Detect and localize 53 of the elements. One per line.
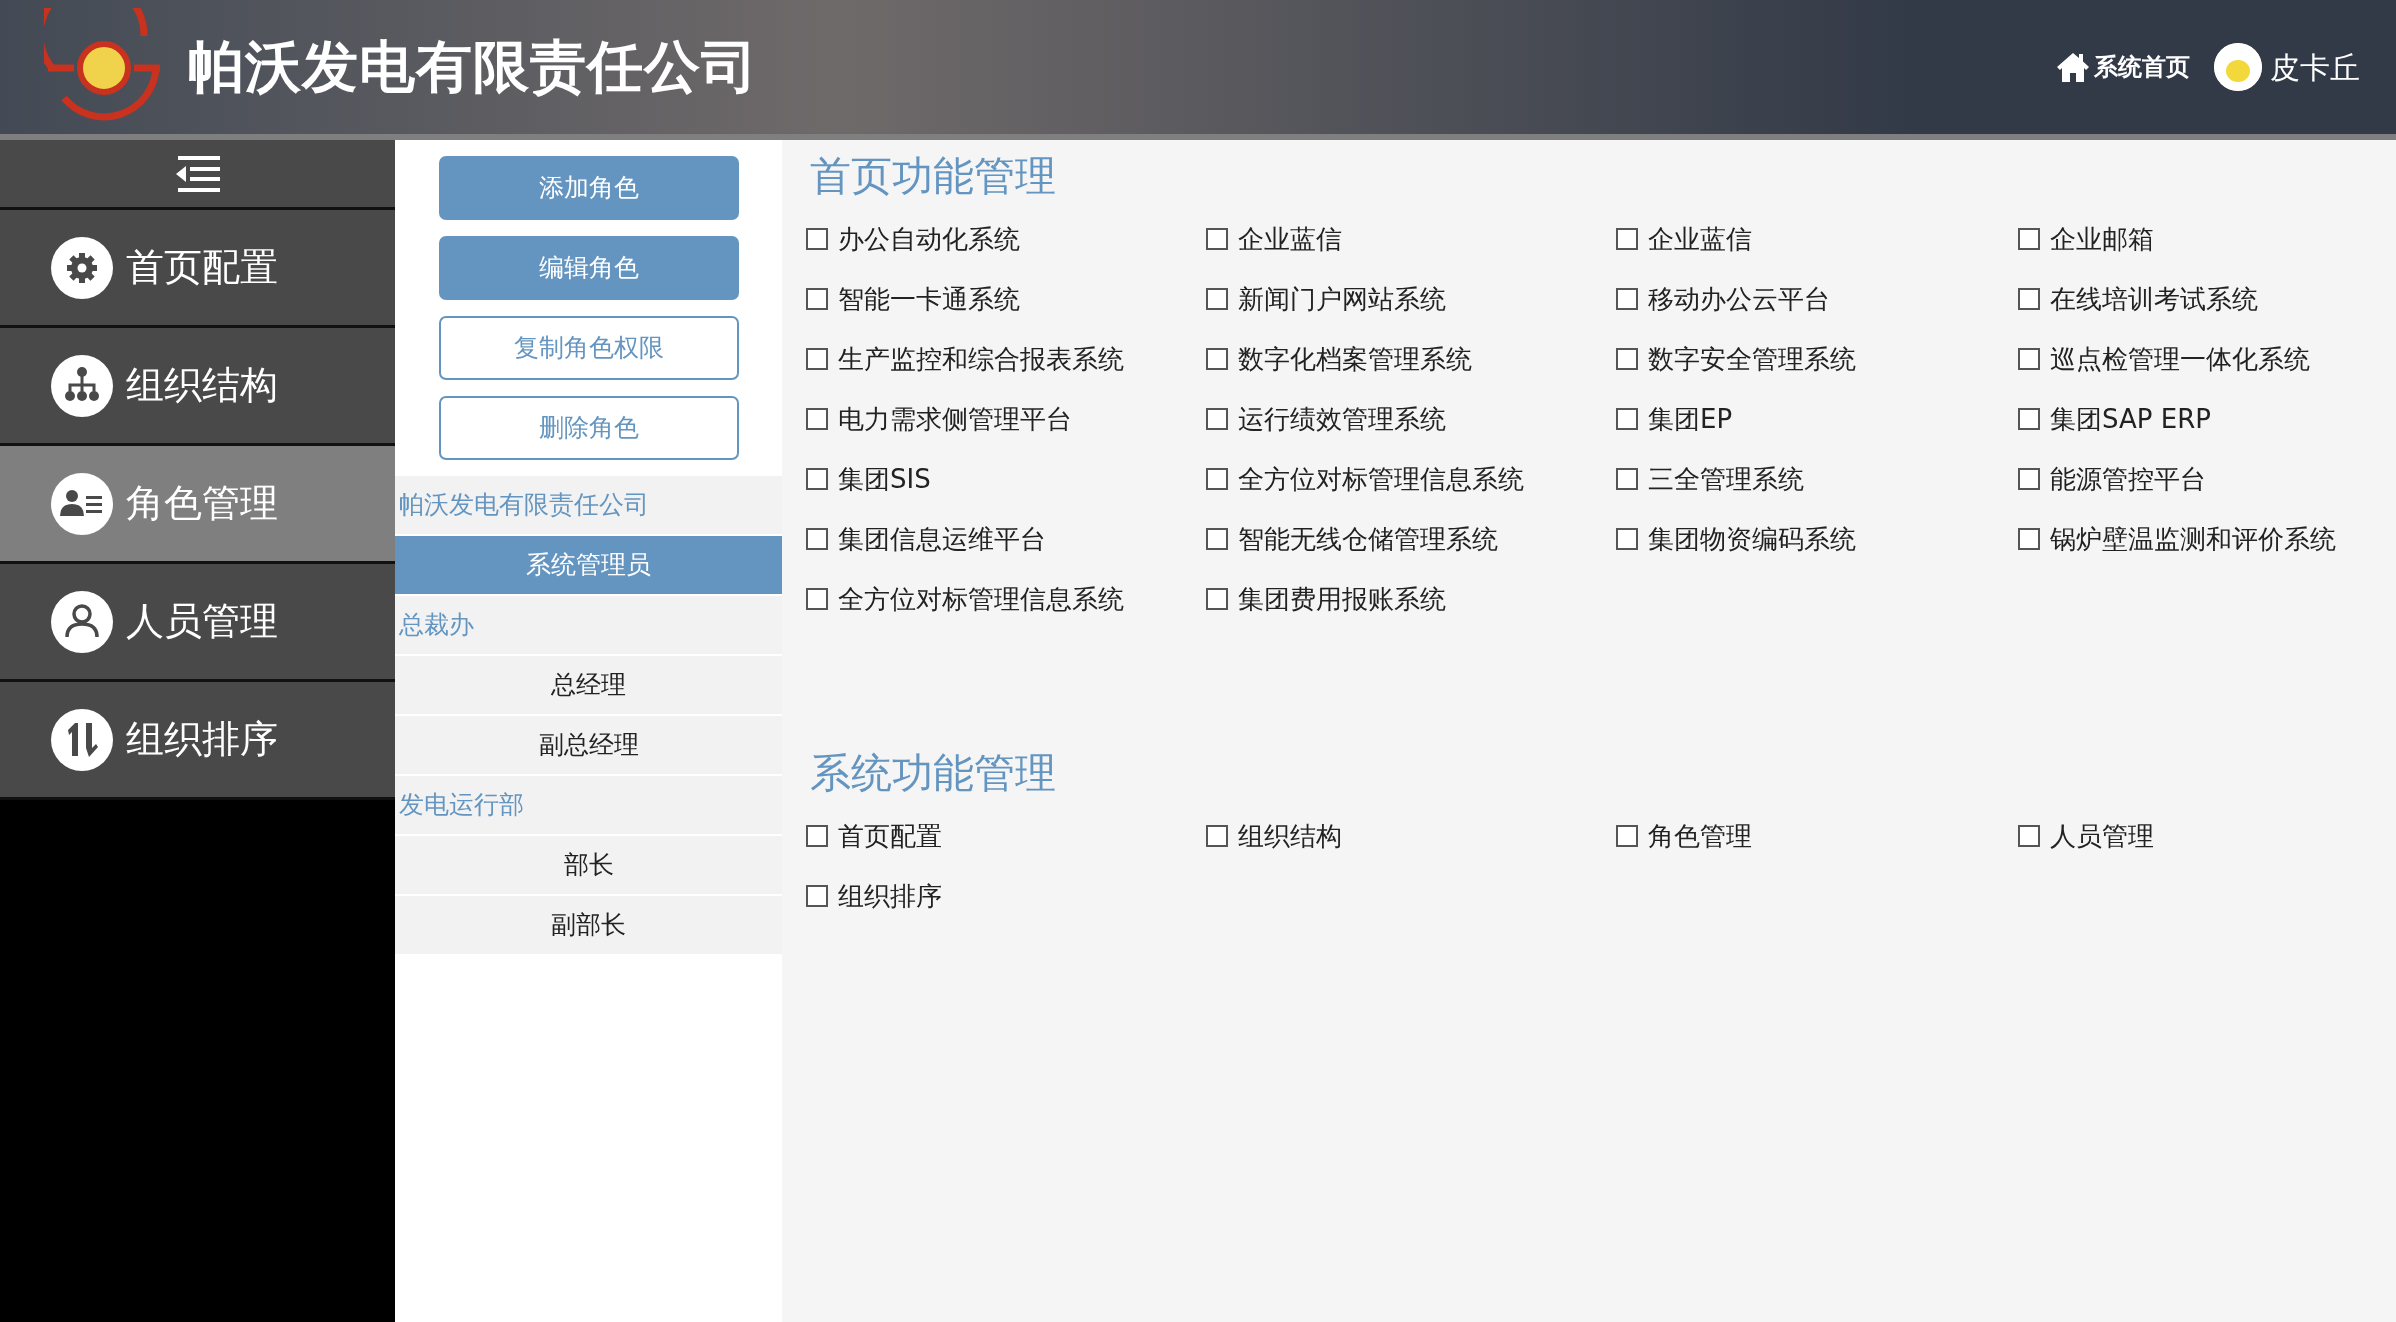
permission-checkbox[interactable]: 能源管控平台	[2018, 449, 2372, 510]
permission-checkbox[interactable]: 生产监控和综合报表系统	[806, 329, 1206, 390]
role-item[interactable]: 副总经理	[395, 716, 782, 776]
permission-checkbox[interactable]: 企业邮箱	[2018, 209, 2372, 270]
sidebar-item[interactable]: 组织排序	[0, 682, 395, 800]
menu-icon[interactable]	[175, 155, 220, 192]
settings-icon	[50, 235, 114, 300]
role-item[interactable]: 部长	[395, 836, 782, 896]
section-title: 首页功能管理	[810, 152, 1057, 202]
sidebar-item[interactable]: 角色管理	[0, 446, 395, 564]
avatar-image	[2214, 43, 2262, 91]
permission-checkbox[interactable]: 数字化档案管理系统	[1206, 329, 1616, 390]
sidebar-item[interactable]: 人员管理	[0, 564, 395, 682]
permission-checkbox[interactable]: 组织结构	[1206, 806, 1616, 867]
permission-checkbox[interactable]: 在线培训考试系统	[2018, 269, 2372, 330]
person-icon	[50, 589, 114, 654]
id-card-icon	[50, 471, 114, 536]
permission-checkbox[interactable]: 人员管理	[2018, 806, 2372, 867]
permission-checkbox[interactable]: 运行绩效管理系统	[1206, 389, 1616, 450]
permission-checkbox[interactable]: 办公自动化系统	[806, 209, 1206, 270]
permission-checkbox[interactable]: 集团EP	[1616, 389, 2018, 450]
permission-checkbox[interactable]: 智能无线仓储管理系统	[1206, 509, 1616, 570]
permission-checkbox[interactable]: 全方位对标管理信息系统	[806, 569, 1206, 630]
permission-checkbox[interactable]: 移动办公云平台	[1616, 269, 2018, 330]
permission-checkbox[interactable]: 全方位对标管理信息系统	[1206, 449, 1616, 510]
sidebar-item[interactable]: 组织结构	[0, 328, 395, 446]
permission-checkbox[interactable]: 企业蓝信	[1616, 209, 2018, 270]
user-name[interactable]: 皮卡丘	[2270, 44, 2360, 90]
sidebar-item[interactable]: 首页配置	[0, 210, 395, 328]
permission-checkbox[interactable]: 巡点检管理一体化系统	[2018, 329, 2372, 390]
permission-checkbox[interactable]: 集团费用报账系统	[1206, 569, 1616, 630]
permission-checkbox[interactable]: 组织排序	[806, 866, 1206, 927]
role-item[interactable]: 总经理	[395, 656, 782, 716]
company-title: 帕沃发电有限责任公司	[188, 33, 758, 101]
permission-checkbox[interactable]: 锅炉壁温监测和评价系统	[2018, 509, 2372, 570]
role-item[interactable]: 副部长	[395, 896, 782, 956]
permission-checkbox[interactable]: 智能一卡通系统	[806, 269, 1206, 330]
org-chart-icon	[50, 353, 114, 418]
permission-checkbox[interactable]: 新闻门户网站系统	[1206, 269, 1616, 330]
permission-checkbox[interactable]: 集团物资编码系统	[1616, 509, 2018, 570]
section-title: 系统功能管理	[810, 749, 1057, 799]
permission-checkbox[interactable]: 电力需求侧管理平台	[806, 389, 1206, 450]
home-link[interactable]: 系统首页	[2056, 49, 2190, 85]
permission-checkbox[interactable]: 集团信息运维平台	[806, 509, 1206, 570]
permission-checkbox[interactable]: 三全管理系统	[1616, 449, 2018, 510]
permission-checkbox[interactable]: 企业蓝信	[1206, 209, 1616, 270]
permission-checkbox[interactable]: 首页配置	[806, 806, 1206, 867]
permission-checkbox[interactable]: 集团SAP ERP	[2018, 389, 2372, 450]
home-icon	[2056, 51, 2090, 83]
permission-checkbox[interactable]: 数字安全管理系统	[1616, 329, 2018, 390]
permission-checkbox[interactable]: 集团SIS	[806, 449, 1206, 510]
permission-checkbox[interactable]: 角色管理	[1616, 806, 2018, 867]
sort-arrows-icon	[50, 707, 114, 772]
